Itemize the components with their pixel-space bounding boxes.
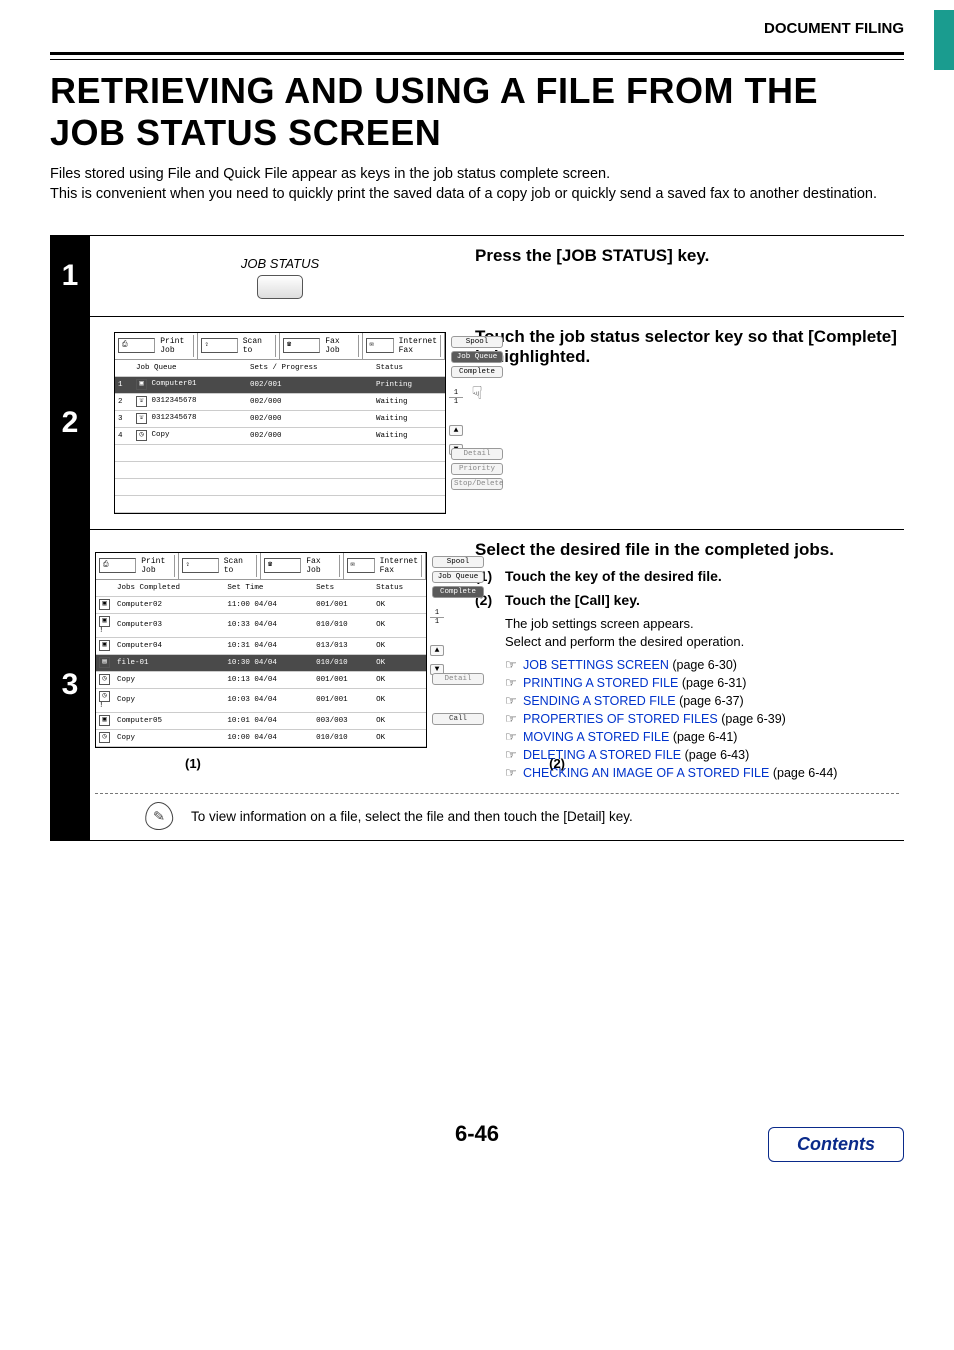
print-icon: ⎙ bbox=[118, 338, 155, 353]
btn-detail[interactable]: Detail bbox=[451, 448, 503, 460]
copy-icon: ◷ bbox=[99, 691, 110, 702]
btn-jobqueue[interactable]: Job Queue bbox=[432, 571, 484, 583]
jobstatus-key-icon bbox=[257, 275, 303, 299]
copy-icon: ◷ bbox=[99, 674, 110, 685]
btn-detail[interactable]: Detail bbox=[432, 673, 484, 685]
pc-icon: ▣ bbox=[99, 715, 110, 726]
copy-icon: ◷ bbox=[99, 732, 110, 743]
col-status: Status bbox=[373, 580, 426, 597]
tab-fax-job[interactable]: ☎Fax Job bbox=[280, 333, 363, 359]
step-number: 1 bbox=[50, 236, 90, 316]
pg-bot: 1 bbox=[449, 398, 463, 406]
btn-spool[interactable]: Spool bbox=[451, 336, 503, 348]
page-title: RETRIEVING AND USING A FILE FROM THE JOB… bbox=[50, 70, 904, 154]
copy-icon: ◷ bbox=[136, 430, 147, 441]
table-row[interactable]: ◷!Copy10:03 04/04001/001OK bbox=[96, 688, 426, 712]
nav-up[interactable]: ▲ bbox=[430, 645, 444, 656]
section-tab bbox=[934, 10, 954, 70]
btn-complete[interactable]: Complete bbox=[451, 366, 503, 378]
btn-complete[interactable]: Complete bbox=[432, 586, 484, 598]
header-section: DOCUMENT FILING bbox=[50, 20, 904, 42]
note-icon: ✎ bbox=[144, 801, 174, 831]
step-number: 2 bbox=[50, 317, 90, 529]
tab-scan-to[interactable]: ⇪Scan to bbox=[179, 553, 262, 579]
dashed-rule bbox=[95, 793, 899, 794]
btn-priority[interactable]: Priority bbox=[451, 463, 503, 475]
table-row[interactable]: ▣Computer0510:01 04/04003/003OK bbox=[96, 712, 426, 729]
file-icon: ▤ bbox=[99, 657, 110, 668]
table-row[interactable]: ▣Computer0211:00 04/04001/001OK bbox=[96, 596, 426, 613]
phone-icon: ☏ bbox=[136, 396, 147, 407]
pg-bot: 1 bbox=[430, 618, 444, 626]
pg-top: 1 bbox=[430, 609, 444, 618]
panel-step2: ⎙Print Job ⇪Scan to ☎Fax Job ✉Internet F… bbox=[114, 332, 446, 514]
table-row[interactable]: ▣!Computer0310:33 04/04010/010OK bbox=[96, 613, 426, 637]
table-row[interactable]: 2☏ 0312345678002/000Waiting bbox=[115, 393, 445, 410]
btn-stopdelete[interactable]: Stop/Delete bbox=[451, 478, 503, 490]
col-jobqueue: Job Queue bbox=[133, 360, 247, 377]
pc-icon: ▣ bbox=[136, 379, 147, 390]
col-jobscompleted: Jobs Completed bbox=[114, 580, 224, 597]
table-row[interactable]: 1▣ Computer01002/001Printing bbox=[115, 376, 445, 393]
callout-1: (1) bbox=[185, 756, 201, 771]
table-row[interactable]: 3☏ 0312345678002/000Waiting bbox=[115, 410, 445, 427]
tab-internet-fax[interactable]: ✉Internet Fax bbox=[363, 333, 446, 359]
btn-call[interactable]: Call bbox=[432, 713, 484, 725]
step-1: 1 JOB STATUS Press the [JOB STATUS] key. bbox=[50, 235, 904, 316]
btn-jobqueue[interactable]: Job Queue bbox=[451, 351, 503, 363]
print-icon: ⎙ bbox=[99, 558, 136, 573]
panel-step3: ⎙Print Job ⇪Scan to ☎Fax Job ✉Internet F… bbox=[95, 552, 427, 748]
tab-internet-fax[interactable]: ✉Internet Fax bbox=[344, 553, 427, 579]
nav-up[interactable]: ▲ bbox=[449, 425, 463, 436]
jobstatus-label: JOB STATUS bbox=[241, 256, 319, 271]
step-3: 3 ⎙Print Job ⇪Scan to ☎Fax Job ✉Internet… bbox=[50, 529, 904, 842]
table-row[interactable]: ▤file-0110:30 04/04010/010OK bbox=[96, 654, 426, 671]
scan-icon: ⇪ bbox=[201, 338, 238, 353]
pc-icon: ▣ bbox=[99, 599, 110, 610]
phone-icon: ☏ bbox=[136, 413, 147, 424]
ifax-icon: ✉ bbox=[366, 338, 394, 353]
col-status: Status bbox=[373, 360, 445, 377]
table-row[interactable]: ◷Copy10:13 04/04001/001OK bbox=[96, 671, 426, 688]
fax-icon: ☎ bbox=[264, 558, 301, 573]
tab-fax-job[interactable]: ☎Fax Job bbox=[261, 553, 344, 579]
col-settime: Set Time bbox=[224, 580, 313, 597]
intro-text: Files stored using File and Quick File a… bbox=[50, 164, 904, 205]
fax-icon: ☎ bbox=[283, 338, 320, 353]
btn-spool[interactable]: Spool bbox=[432, 556, 484, 568]
ifax-icon: ✉ bbox=[347, 558, 375, 573]
note-text: To view information on a file, select th… bbox=[191, 809, 633, 824]
table-row[interactable]: 4◷ Copy002/000Waiting bbox=[115, 427, 445, 444]
contents-button[interactable]: Contents bbox=[768, 1127, 904, 1162]
rule bbox=[50, 52, 904, 60]
table-row[interactable]: ▣Computer0410:31 04/04013/013OK bbox=[96, 637, 426, 654]
table-row[interactable]: ◷Copy10:00 04/04010/010OK bbox=[96, 729, 426, 746]
col-sets: Sets bbox=[313, 580, 373, 597]
step-1-title: Press the [JOB STATUS] key. bbox=[475, 246, 899, 266]
scan-icon: ⇪ bbox=[182, 558, 219, 573]
callout-2: (2) bbox=[549, 756, 565, 771]
step-2-title: Touch the job status selector key so tha… bbox=[475, 327, 899, 367]
pg-top: 1 bbox=[449, 389, 463, 398]
tab-print-job[interactable]: ⎙Print Job bbox=[96, 553, 179, 579]
tab-scan-to[interactable]: ⇪Scan to bbox=[198, 333, 281, 359]
step-number: 3 bbox=[50, 530, 90, 841]
pc-icon: ▣ bbox=[99, 616, 110, 627]
tab-print-job[interactable]: ⎙Print Job bbox=[115, 333, 198, 359]
step-2: 2 ⎙Print Job ⇪Scan to ☎Fax Job ✉Internet… bbox=[50, 316, 904, 529]
col-sets: Sets / Progress bbox=[247, 360, 373, 377]
pc-icon: ▣ bbox=[99, 640, 110, 651]
